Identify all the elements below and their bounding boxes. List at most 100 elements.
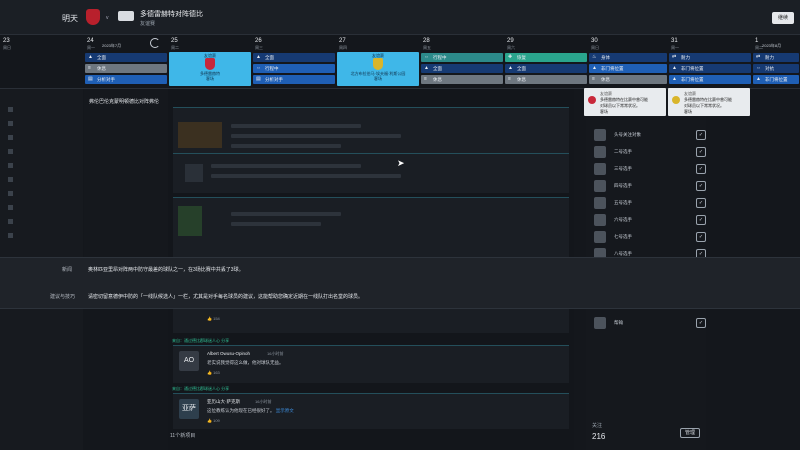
sidebar-item[interactable] [8,107,19,113]
calendar-day-24[interactable]: 24 周一 2023年7月 ▲ 全面 ≡ 休息 ▤ 分析对手 [84,36,168,88]
training-session[interactable]: ▲ 非门将位置 [669,75,751,84]
training-session[interactable]: ▤ 分析对手 [253,75,335,84]
calendar-day-25[interactable]: 25 周二 友谊赛 多德雷赫特 客场 [168,36,252,88]
rest-icon: ≡ [424,76,427,82]
training-session[interactable]: ▤ 分析对手 [85,75,167,84]
follow-toggle-icon[interactable]: ✓ [696,232,706,242]
training-session[interactable]: ≡ 休息 [589,75,667,84]
training-session[interactable]: ≡ 休息 [505,75,587,84]
followed-player-row[interactable]: 四号选手 ✓ [594,180,706,193]
day-of-week: 周二 [171,45,179,50]
calendar-day-23[interactable]: 23 周日 [0,36,84,88]
sidebar-item[interactable] [8,149,19,155]
training-session[interactable]: ▲ 非门将位置 [589,64,667,73]
training-session[interactable]: ⇔ 对抗 [753,64,799,73]
calendar-day-1[interactable]: 1 周二 2023年8月 ⇄ 耐力 ⇔ 对抗 ▲ 非门将位置 [752,36,800,88]
sidebar-item[interactable] [8,135,19,141]
club-crest-icon[interactable] [86,9,100,25]
opponent-crest-icon [373,58,383,70]
followers-count: 216 [592,432,606,441]
day-number: 31 [671,38,678,44]
manage-button[interactable]: 管理 [680,428,700,438]
follow-toggle-icon[interactable]: ✓ [696,318,706,328]
feed-card-blurred[interactable] [173,197,569,257]
day-of-week: 周日 [591,45,599,50]
training-session[interactable]: ≡ 休息 [85,64,167,73]
top-bar: 明天 v 多德雷赫特对阵德比 友谊赛 继续 [0,0,800,35]
avatar[interactable]: 亚萨 [179,399,199,419]
calendar-day-28[interactable]: 28 周五 ⇔ 行程中 ▲ 全面 ≡ 休息 [420,36,504,88]
followed-player-row[interactable]: 头号关注对象 ✓ [594,129,706,142]
tips-label: 建议与技巧 [50,294,76,300]
session-label: 全面 [97,55,106,60]
sidebar-item[interactable] [8,121,19,127]
sidebar-item[interactable] [8,163,19,169]
training-session[interactable]: ⇔ 行程中 [253,64,335,73]
training-session[interactable]: ▲ 全面 [253,53,335,62]
news-text: 奥林匹亚里昂对阵两中防守最差的球队之一，在3场比赛中共丢了3球。 [88,267,244,273]
sidebar-item[interactable] [8,233,19,239]
match-title[interactable]: 多德雷赫特对阵德比 [140,9,203,19]
training-session[interactable]: ✚ 恢复 [505,53,587,62]
follow-toggle-icon[interactable]: ✓ [696,181,706,191]
session-label: 行程中 [265,66,279,71]
follow-toggle-icon[interactable]: ✓ [696,147,706,157]
followed-player-row[interactable]: 五号选手 ✓ [594,197,706,210]
opponent-crest-icon[interactable] [118,11,134,21]
followed-player-row[interactable]: 六号选手 ✓ [594,214,706,227]
player-name: 头号关注对象 [614,132,641,137]
match-card[interactable]: 友谊赛 北方布拉伯马·埃夫福·利斯公园 客场 [337,52,419,86]
match-venue: 客场 [206,76,214,81]
post-author[interactable]: Albert Owusu-Opinoh [207,351,250,356]
player-name: 五号选手 [614,200,632,205]
training-session[interactable]: ⇔ 行程中 [421,53,503,62]
follow-toggle-icon[interactable]: ✓ [696,130,706,140]
training-session[interactable]: ⇄ 耐力 [753,53,799,62]
training-session[interactable]: ≡ 休息 [421,75,503,84]
player-name: 帮翰 [614,320,623,325]
sidebar-item[interactable] [8,205,19,211]
follow-toggle-icon[interactable]: ✓ [696,215,706,225]
translate-link[interactable]: 显示原文 [276,408,294,413]
feed-post[interactable]: 亚萨 亚历山大·萨克斯 16小时前 这位教练认为他现在已经很好了。 显示原文 👍… [173,393,569,429]
feed-card[interactable]: 👍 154 [173,307,569,333]
training-session[interactable]: ▲ 非门将位置 [753,75,799,84]
followed-player-row[interactable]: 二号选手 ✓ [594,146,706,159]
calendar-day-31[interactable]: 31 周一 ⇄ 耐力 ▲ 非门将位置 ▲ 非门将位置 [668,36,752,88]
day-of-week: 周四 [339,45,347,50]
training-session[interactable]: ▲ 全面 [85,53,167,62]
training-session[interactable]: ⇄ 耐力 [669,53,751,62]
calendar-day-27[interactable]: 27 周四 友谊赛 北方布拉伯马·埃夫福·利斯公园 客场 [336,36,420,88]
tips-text: 请密切留意德伊中防的「一线队候选人」一栏，尤其是对手每名球员的建议，这能帮助您确… [88,294,364,300]
training-session[interactable]: ▲ 非门将位置 [669,64,751,73]
post-author[interactable]: 亚历山大·萨克斯 [207,399,240,405]
avatar[interactable]: AO [179,351,199,371]
post-source[interactable]: 来自：通过德比郡球迷人心 分享 [172,338,229,344]
feed-card-blurred[interactable] [173,153,569,193]
followed-player-row[interactable]: 帮翰 ✓ [594,317,706,330]
travel-icon: ⇔ [424,54,429,60]
month-label: 2023年7月 [102,43,122,48]
day-of-week: 周六 [507,45,515,50]
continue-button[interactable]: 继续 [772,12,794,24]
post-source[interactable]: 来自：通过德比郡球迷人心 分享 [172,386,229,392]
feed-post[interactable]: AO Albert Owusu-Opinoh 16小时前 老实说我觉得这么做，他… [173,345,569,383]
sidebar-item[interactable] [8,219,19,225]
followed-player-row[interactable]: 三号选手 ✓ [594,163,706,176]
followed-player-row[interactable]: 七号选手 ✓ [594,231,706,244]
follow-toggle-icon[interactable]: ✓ [696,164,706,174]
training-session[interactable]: ▲ 全面 [505,64,587,73]
session-label: 分析对手 [97,77,115,82]
training-session[interactable]: ▲ 全面 [421,64,503,73]
calendar-day-29[interactable]: 29 周六 ✚ 恢复 ▲ 全面 ≡ 休息 [504,36,588,88]
calendar-day-30[interactable]: 30 周日 ♨ 身体 ▲ 非门将位置 ≡ 休息 [588,36,668,88]
session-label: 非门将位置 [681,66,704,71]
follow-toggle-icon[interactable]: ✓ [696,198,706,208]
training-session[interactable]: ♨ 身体 [589,53,667,62]
menu-icon [8,163,13,169]
match-card[interactable]: 友谊赛 多德雷赫特 客场 [169,52,251,86]
sidebar-item[interactable] [8,177,19,183]
calendar-day-26[interactable]: 26 周三 ▲ 全面 ⇔ 行程中 ▤ 分析对手 [252,36,336,88]
session-label: 身体 [601,55,610,60]
sidebar-item[interactable] [8,191,19,197]
